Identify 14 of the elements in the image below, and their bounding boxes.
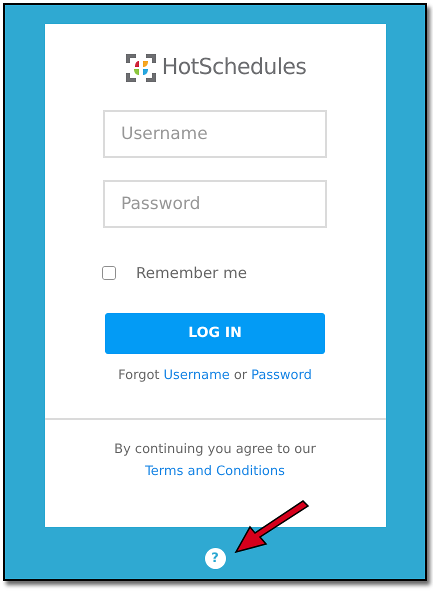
- logo-icon: [124, 52, 158, 84]
- login-button[interactable]: LOG IN: [105, 312, 325, 354]
- terms-link[interactable]: Terms and Conditions: [145, 462, 285, 481]
- password-link[interactable]: Password: [251, 366, 312, 385]
- username-link[interactable]: Username: [164, 366, 230, 385]
- remember-checkbox[interactable]: [102, 266, 116, 280]
- logo-wordmark: HotSchedules: [162, 54, 306, 82]
- username-field[interactable]: Username: [103, 110, 327, 158]
- terms-text: By continuing you agree to our: [114, 441, 316, 459]
- or-text: or: [234, 366, 248, 384]
- password-field[interactable]: Password: [103, 180, 327, 228]
- forgot-text: Forgot: [118, 366, 160, 384]
- help-button[interactable]: ?: [204, 548, 226, 569]
- remember-label: Remember me: [136, 263, 247, 284]
